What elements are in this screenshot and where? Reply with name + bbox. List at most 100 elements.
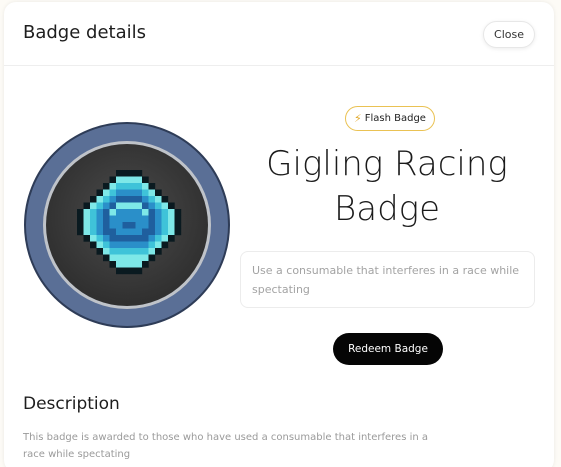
gem-pixel — [90, 235, 97, 242]
gem-pixel — [122, 196, 130, 203]
gem-pixel — [135, 196, 143, 203]
gem-pixel — [129, 248, 136, 255]
gem-pixel — [135, 183, 143, 190]
gem-pixel — [122, 267, 130, 275]
gem-pixel — [96, 209, 104, 216]
gem-pixel — [83, 222, 91, 229]
gem-pixel — [122, 248, 130, 255]
gem-pixel — [135, 267, 143, 275]
gem-pixel — [96, 235, 104, 242]
gem-pixel — [109, 222, 117, 229]
gem-pixel — [174, 209, 182, 216]
description-text: This badge is awarded to those who have … — [23, 432, 429, 460]
gem-pixel — [96, 189, 104, 197]
gem-pixel — [90, 228, 97, 236]
badge-requirement: Use a consumable that interferes in a ra… — [240, 251, 535, 308]
gem-pixel — [122, 189, 130, 197]
gem-pixel — [148, 248, 156, 255]
gem-pixel — [129, 183, 136, 190]
gem-pixel — [148, 183, 156, 190]
redeem-badge-button[interactable]: Redeem Badge — [333, 333, 443, 365]
gem-pixel — [135, 215, 143, 223]
gem-pixel — [161, 209, 169, 216]
gem-pixel — [142, 241, 149, 249]
gem-pixel — [135, 228, 143, 236]
gem-pixel — [135, 202, 143, 210]
gem-pixel — [83, 202, 91, 210]
gem-pixel — [109, 248, 117, 255]
gem-pixel — [168, 228, 175, 236]
gem-pixel — [109, 202, 117, 210]
gem-pixel — [155, 202, 162, 210]
gem-pixel — [116, 254, 123, 262]
gem-pixel — [129, 215, 136, 223]
gem-pixel — [155, 248, 162, 255]
gem-pixel — [155, 189, 162, 197]
gem-pixel — [129, 267, 136, 275]
gem-pixel — [109, 189, 117, 197]
gem-pixel — [148, 209, 156, 216]
gem-pixel — [83, 209, 91, 216]
gem-pixel — [90, 241, 97, 249]
gem-pixel — [116, 267, 123, 275]
gem-pixel — [122, 176, 130, 184]
gem-pixel — [129, 196, 136, 203]
pixel-gem-icon — [24, 122, 230, 328]
gem-pixel — [155, 196, 162, 203]
gem-pixel — [129, 228, 136, 236]
gem-pixel — [129, 176, 136, 184]
badge-details-modal: Badge details Close ⚡ Flash Badge Giglin… — [4, 2, 554, 467]
gem-pixel — [142, 228, 149, 236]
gem-pixel — [161, 202, 169, 210]
gem-pixel — [161, 228, 169, 236]
gem-pixel — [103, 222, 110, 229]
gem-pixel — [109, 235, 117, 242]
gem-pixel — [155, 209, 162, 216]
badge-image — [22, 120, 232, 330]
gem-pixel — [83, 215, 91, 223]
gem-pixel — [168, 215, 175, 223]
badge-type-label: Flash Badge — [364, 113, 426, 124]
page: Badge details Close ⚡ Flash Badge Giglin… — [0, 0, 561, 467]
gem-pixel — [168, 235, 175, 242]
gem-pixel — [77, 209, 84, 216]
gem-pixel — [135, 170, 143, 177]
gem-pixel — [103, 241, 110, 249]
gem-pixel — [109, 261, 117, 268]
gem-pixel — [168, 222, 175, 229]
flash-badge-tag: ⚡ Flash Badge — [345, 106, 435, 131]
gem-pixel — [129, 241, 136, 249]
gem-pixel — [77, 228, 84, 236]
gem-pixel — [96, 215, 104, 223]
gem-pixel — [129, 189, 136, 197]
gem-pixel — [96, 248, 104, 255]
gem-pixel — [103, 196, 110, 203]
gem-pixel — [129, 202, 136, 210]
close-button[interactable]: Close — [483, 21, 535, 48]
gem-pixel — [148, 235, 156, 242]
gem-pixel — [148, 228, 156, 236]
gem-pixel — [83, 228, 91, 236]
gem-pixel — [116, 222, 123, 229]
gem-pixel — [122, 235, 130, 242]
gem-pixel — [109, 209, 117, 216]
gem-pixel — [155, 228, 162, 236]
gem-pixel — [122, 183, 130, 190]
description-heading: Description — [23, 394, 120, 414]
gem-pixel — [122, 228, 130, 236]
gem-pixel — [129, 170, 136, 177]
gem-pixel — [135, 235, 143, 242]
gem-pixel — [109, 215, 117, 223]
gem-pixel — [142, 235, 149, 242]
gem-pixel — [103, 183, 110, 190]
gem-pixel — [96, 222, 104, 229]
gem-pixel — [148, 254, 156, 262]
gem-pixel — [135, 254, 143, 262]
gem-pixel — [90, 222, 97, 229]
lightning-bolt-icon: ⚡ — [354, 112, 362, 125]
gem-pixel — [142, 209, 149, 216]
gem-pixel — [174, 228, 182, 236]
gem-pixel — [122, 254, 130, 262]
gem-pixel — [77, 215, 84, 223]
modal-title: Badge details — [23, 22, 146, 43]
